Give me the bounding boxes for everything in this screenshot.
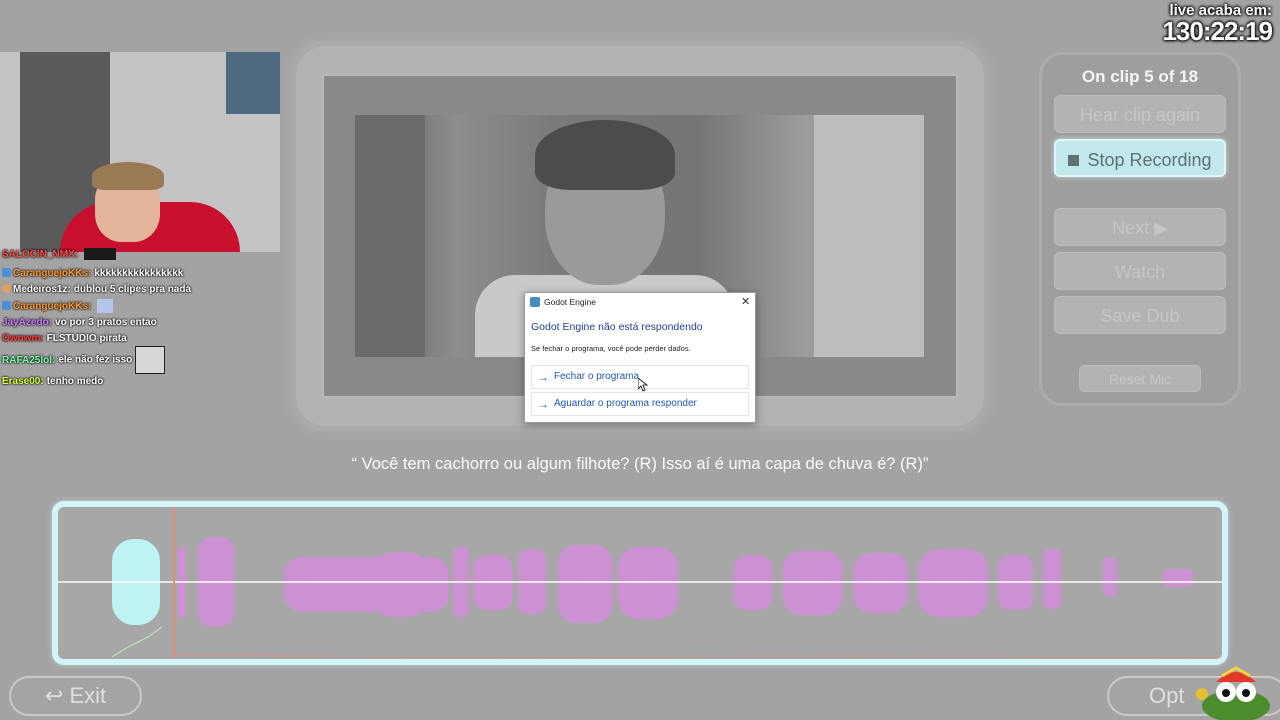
chat-message: CaranguejoKKs: kkkkkkkkkkkkkkkk: [2, 268, 183, 279]
badge-icon: [2, 300, 11, 310]
chat-message: Erase00: tenho medo: [2, 376, 103, 387]
chat-text: kkkkkkkkkkkkkkkk: [94, 268, 184, 279]
subtitle-text: “ Você tem cachorro ou algum filhote? (R…: [351, 455, 929, 473]
save-dub-button[interactable]: Save Dub: [1054, 296, 1226, 334]
chat-username: CaranguejoKKs:: [13, 300, 92, 312]
chat-text: dublou 5 clipes pra nada: [73, 284, 192, 295]
arrow-right-icon: →: [537, 397, 549, 411]
dialog-title: Godot Engine: [544, 297, 596, 307]
mouse-cursor-icon: [638, 378, 648, 392]
stop-recording-button[interactable]: Stop Recording: [1054, 139, 1226, 177]
close-program-label: Fechar o programa: [554, 371, 640, 382]
stop-square-icon: [1068, 155, 1080, 166]
chat-username: Medeiros1z:: [13, 284, 71, 295]
close-icon[interactable]: ✕: [741, 295, 750, 308]
chat-username: RAFA25lol:: [2, 354, 56, 366]
arrow-right-icon: →: [537, 370, 549, 384]
exit-label: Exit: [69, 683, 107, 708]
chat-text: ele não fez isso: [58, 354, 133, 366]
chat-username: Ownwm:: [2, 333, 44, 344]
next-button[interactable]: Next ▶: [1054, 208, 1226, 246]
chat-text: vo por 3 pratos entao: [55, 317, 157, 328]
exit-button[interactable]: ↩ Exit: [9, 676, 142, 716]
chat-username: SALOCIN_NMX:: [2, 248, 79, 260]
chat-text: FLSTUDIO pirata: [46, 333, 127, 344]
chat-text: tenho medo: [46, 376, 104, 387]
chat-message: Medeiros1z: dublou 5 clipes pra nada: [2, 284, 191, 295]
not-responding-dialog: Godot Engine ✕ Godot Engine não está res…: [524, 292, 756, 423]
chat-emote: [84, 248, 117, 260]
dialog-message: Se fechar o programa, você pode perder d…: [531, 344, 691, 353]
watch-button[interactable]: Watch: [1054, 252, 1226, 290]
clip-counter: On clip 5 of 18: [1081, 67, 1199, 86]
wait-program-option[interactable]: → Aguardar o programa responder: [531, 392, 749, 416]
chat-username: JayAzedo:: [2, 317, 53, 328]
dialog-heading: Godot Engine não está respondendo: [531, 321, 703, 333]
live-timer: 130:22:19: [1162, 16, 1273, 46]
wait-program-label: Aguardar o programa responder: [554, 398, 697, 409]
stop-recording-label: Stop Recording: [1087, 150, 1212, 170]
chat-message: JayAzedo: vo por 3 pratos entao: [2, 317, 157, 328]
chat-emote: [135, 346, 166, 374]
chat-message: Ownwm: FLSTUDIO pirata: [2, 333, 127, 344]
chat-username: CaranguejoKKs:: [13, 268, 92, 279]
hear-clip-again-button[interactable]: Hear clip again: [1054, 95, 1226, 133]
chat-username: Erase00:: [2, 376, 44, 387]
chat-message: SALOCIN_NMX:: [2, 248, 117, 260]
reset-mic-button[interactable]: Reset Mic: [1079, 365, 1201, 392]
chat-message: CaranguejoKKs:: [2, 299, 114, 313]
webcam-overlay: [0, 52, 280, 252]
pepe-emote-icon: [1196, 666, 1270, 720]
audio-waveform: [58, 507, 1222, 659]
chat-message: RAFA25lol: ele não fez isso: [2, 346, 166, 374]
options-label: Opt: [1149, 683, 1185, 708]
dialog-titlebar: Godot Engine ✕: [525, 293, 755, 311]
badge-icon: [2, 284, 11, 293]
godot-icon: [530, 297, 540, 307]
return-arrow-icon: ↩: [44, 683, 64, 708]
chat-emote: [97, 299, 114, 313]
badge-icon: [2, 268, 11, 277]
